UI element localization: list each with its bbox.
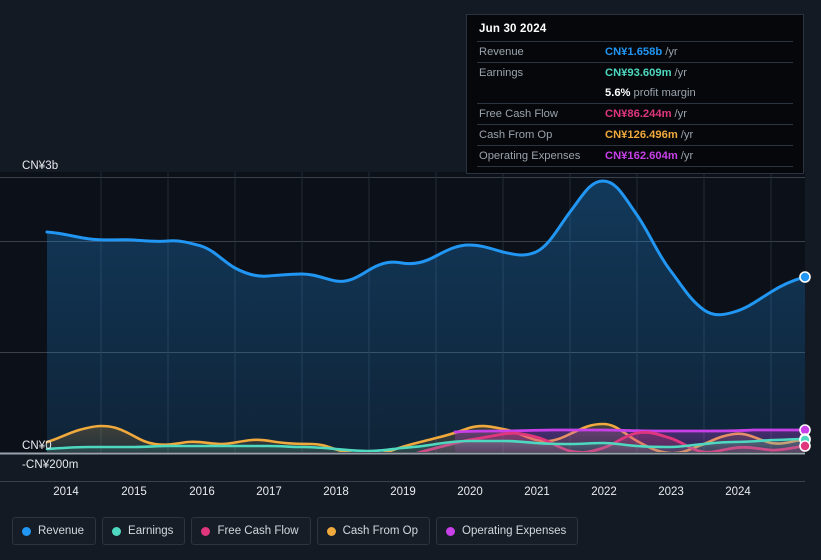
x-tick-2015: 2015	[121, 486, 147, 498]
legend-dot-free-cash-flow-icon	[201, 526, 211, 536]
legend-dot-earnings-icon	[112, 526, 122, 536]
data-tooltip: Jun 30 2024 Revenue CN¥1.658b /yr Earnin…	[466, 14, 804, 174]
tooltip-unit-operating-expenses: /yr	[680, 150, 694, 162]
marker-free-cash-flow	[799, 440, 811, 452]
y-axis-label-zero: CN¥0	[22, 440, 52, 452]
x-tick-2018: 2018	[323, 486, 349, 498]
legend-dot-revenue-icon	[22, 526, 31, 536]
tooltip-date: Jun 30 2024	[479, 23, 547, 35]
y-axis-label-bottom: -CN¥200m	[22, 459, 79, 471]
x-tick-2024: 2024	[725, 486, 751, 498]
legend-item-free-cash-flow[interactable]: Free Cash Flow	[191, 517, 311, 545]
tooltip-label-revenue: Revenue	[479, 46, 524, 58]
tooltip-row-cash-from-op: Cash From Op CN¥126.496m /yr	[477, 124, 793, 145]
tooltip-unit-free-cash-flow: /yr	[674, 108, 687, 120]
x-tick-2020: 2020	[457, 486, 483, 498]
tooltip-value-free-cash-flow: CN¥86.244m	[605, 108, 672, 120]
financial-chart: CN¥3b CN¥0 -CN¥200m 2014 2015 2016 2017 …	[0, 0, 821, 560]
legend-item-cash-from-op[interactable]: Cash From Op	[316, 517, 431, 545]
y-axis-label-top: CN¥3b	[22, 160, 59, 172]
tooltip-value-revenue: CN¥1.658b	[605, 46, 663, 58]
marker-revenue	[799, 271, 811, 283]
tooltip-label-earnings: Earnings	[479, 67, 524, 79]
legend-item-earnings[interactable]: Earnings	[102, 517, 186, 545]
tooltip-value-operating-expenses: CN¥162.604m	[605, 150, 678, 162]
tooltip-value-earnings: CN¥93.609m	[605, 67, 672, 79]
legend-item-revenue[interactable]: Revenue	[12, 517, 97, 545]
legend-label-operating-expenses: Operating Expenses	[462, 525, 567, 537]
x-tick-2016: 2016	[189, 486, 215, 498]
tooltip-row-operating-expenses: Operating Expenses CN¥162.604m /yr	[477, 145, 793, 167]
chart-legend: Revenue Earnings Free Cash Flow Cash Fro…	[12, 517, 579, 545]
legend-item-operating-expenses[interactable]: Operating Expenses	[436, 517, 579, 545]
legend-dot-operating-expenses-icon	[446, 526, 456, 536]
x-tick-2023: 2023	[658, 486, 684, 498]
tooltip-row-earnings: Earnings CN¥93.609m /yr	[477, 62, 793, 83]
tooltip-label-operating-expenses: Operating Expenses	[479, 150, 581, 162]
tooltip-row-revenue: Revenue CN¥1.658b /yr	[477, 41, 793, 62]
tooltip-value-cash-from-op: CN¥126.496m	[605, 129, 678, 141]
x-axis: 2014 2015 2016 2017 2018 2019 2020 2021 …	[0, 486, 821, 502]
tooltip-label-free-cash-flow: Free Cash Flow	[479, 108, 558, 120]
tooltip-unit-profit-margin: profit margin	[633, 87, 696, 99]
tooltip-label-cash-from-op: Cash From Op	[479, 129, 553, 141]
tooltip-row-profit-margin: 5.6% profit margin	[477, 83, 793, 103]
tooltip-row-free-cash-flow: Free Cash Flow CN¥86.244m /yr	[477, 103, 793, 124]
legend-label-cash-from-op: Cash From Op	[342, 525, 419, 537]
x-tick-2022: 2022	[591, 486, 617, 498]
x-tick-2014: 2014	[53, 486, 79, 498]
tooltip-unit-earnings: /yr	[674, 67, 687, 79]
x-tick-2021: 2021	[524, 486, 550, 498]
x-tick-2019: 2019	[390, 486, 416, 498]
legend-label-revenue: Revenue	[38, 525, 85, 537]
tooltip-value-profit-margin: 5.6%	[605, 87, 631, 99]
legend-label-free-cash-flow: Free Cash Flow	[217, 525, 299, 537]
tooltip-unit-cash-from-op: /yr	[680, 129, 694, 141]
legend-label-earnings: Earnings	[128, 525, 174, 537]
tooltip-unit-revenue: /yr	[665, 46, 678, 58]
x-tick-2017: 2017	[256, 486, 282, 498]
legend-dot-cash-from-op-icon	[326, 526, 336, 536]
